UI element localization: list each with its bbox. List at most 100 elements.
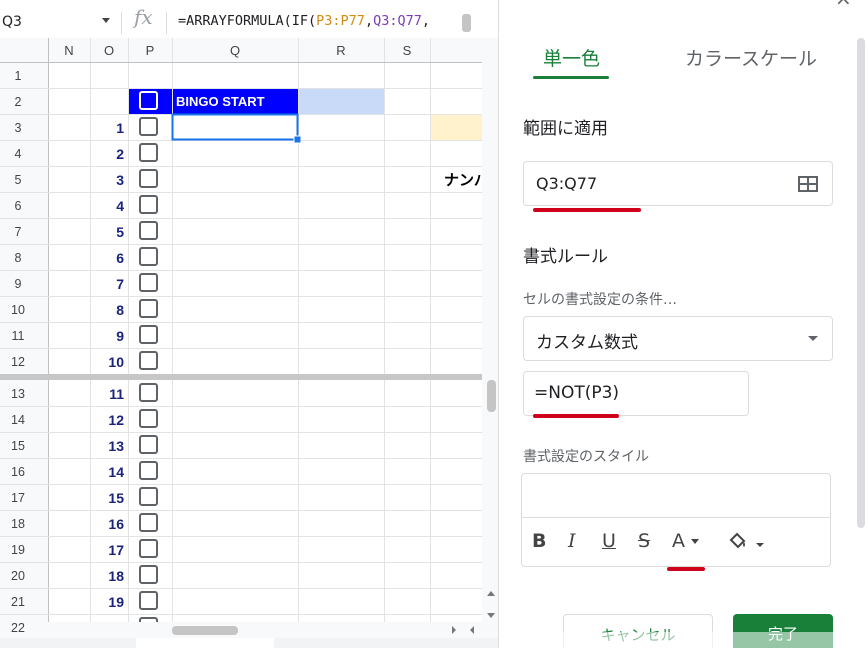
column-header-P[interactable]: P xyxy=(146,43,155,58)
name-box-dropdown-icon[interactable] xyxy=(102,18,110,23)
cell-checkbox[interactable] xyxy=(139,169,158,188)
annotation-underline xyxy=(667,567,705,571)
row-header-14[interactable]: 14 xyxy=(11,413,25,427)
annotation-underline xyxy=(533,414,619,418)
bingo-number: 8 xyxy=(116,302,124,318)
cell-checkbox[interactable] xyxy=(139,513,158,532)
row-header-19[interactable]: 19 xyxy=(11,543,25,557)
bingo-number: 16 xyxy=(108,516,124,532)
fill-handle[interactable] xyxy=(293,135,302,144)
cell-checkbox[interactable] xyxy=(139,591,158,610)
row-header-21[interactable]: 21 xyxy=(11,595,25,609)
vertical-scrollbar-thumb[interactable] xyxy=(487,380,496,412)
strikethrough-button[interactable]: S xyxy=(638,530,650,552)
row-header-5[interactable]: 5 xyxy=(15,173,22,187)
cell-checkbox[interactable] xyxy=(139,195,158,214)
cell-checkbox[interactable] xyxy=(139,351,158,370)
cell-checkbox[interactable] xyxy=(139,299,158,318)
style-preview xyxy=(522,474,830,518)
custom-formula-input[interactable]: =NOT(P3) xyxy=(523,371,749,416)
bingo-number: 19 xyxy=(108,594,124,610)
cell-checkbox[interactable] xyxy=(139,539,158,558)
horizontal-scrollbar-thumb[interactable] xyxy=(172,626,238,635)
cell-checkbox[interactable] xyxy=(139,221,158,240)
fill-color-icon[interactable] xyxy=(728,532,766,552)
formula-bar-divider xyxy=(166,12,167,34)
bingo-number: 6 xyxy=(116,250,124,266)
condition-select[interactable]: カスタム数式 xyxy=(523,316,833,361)
column-header-N[interactable]: N xyxy=(64,43,73,58)
tab-color-scale[interactable]: カラースケール xyxy=(685,44,817,74)
tab-single-color[interactable]: 単一色 xyxy=(543,44,600,74)
close-icon[interactable]: × xyxy=(835,0,852,10)
row-header-13[interactable]: 13 xyxy=(11,387,25,401)
vertical-scrollbar-track[interactable] xyxy=(482,38,498,648)
panel-scrollbar[interactable] xyxy=(857,38,865,528)
freeze-divider[interactable] xyxy=(0,374,498,380)
row-header-12[interactable]: 12 xyxy=(11,355,25,369)
column-header-Q[interactable]: Q xyxy=(230,43,240,58)
row-header-4[interactable]: 4 xyxy=(15,147,22,161)
range-input[interactable]: Q3:Q77 xyxy=(523,161,833,206)
row-header-2[interactable]: 2 xyxy=(15,95,22,109)
cell-checkbox[interactable] xyxy=(139,117,158,136)
bingo-number: 10 xyxy=(108,354,124,370)
conditional-format-panel: × 単一色 カラースケール 範囲に適用 Q3:Q77 書式ルール セルの書式設定… xyxy=(498,0,868,648)
formula-prefix: =ARRAYFORMULA(IF( xyxy=(178,13,317,29)
bingo-number: 4 xyxy=(116,198,124,214)
row-header-1[interactable]: 1 xyxy=(15,69,22,83)
bold-button[interactable]: B xyxy=(532,530,546,552)
formula-input[interactable]: =ARRAYFORMULA(IF(P3:P77,Q3:Q77, xyxy=(178,13,430,29)
horizontal-scrollbar-track[interactable] xyxy=(48,622,498,638)
name-box[interactable]: Q3 xyxy=(0,8,118,36)
bingo-number: 9 xyxy=(116,328,124,344)
cell-checkbox[interactable] xyxy=(139,247,158,266)
row-header-6[interactable]: 6 xyxy=(15,199,22,213)
row-header-7[interactable]: 7 xyxy=(15,225,22,239)
cell-checkbox[interactable] xyxy=(139,383,158,402)
row-header-8[interactable]: 8 xyxy=(15,251,22,265)
cell-checkbox[interactable] xyxy=(139,143,158,162)
row-header-20[interactable]: 20 xyxy=(11,569,25,583)
italic-button[interactable]: I xyxy=(568,530,576,552)
column-header-R[interactable]: R xyxy=(336,43,345,58)
row-header-9[interactable]: 9 xyxy=(15,277,22,291)
formula-separator: , xyxy=(421,13,431,29)
row-header-3[interactable]: 3 xyxy=(15,121,22,135)
spreadsheet-grid[interactable]: N O P Q R S 1 2 3 4 5 6 7 8 9 10 11 12 13 14 15 16 17 18 19 20 21 2… xyxy=(0,38,498,648)
cell-checkbox[interactable] xyxy=(139,461,158,480)
row-header-16[interactable]: 16 xyxy=(11,465,25,479)
bingo-number: 5 xyxy=(116,224,124,240)
cell-checkbox[interactable] xyxy=(139,409,158,428)
chevron-down-icon xyxy=(691,539,699,544)
cell-checkbox[interactable] xyxy=(139,487,158,506)
text-color-button[interactable]: A xyxy=(672,530,699,552)
bingo-number: 2 xyxy=(116,146,124,162)
formula-overflow-indicator xyxy=(462,14,471,32)
row-header-17[interactable]: 17 xyxy=(11,491,25,505)
column-header-band xyxy=(0,38,498,62)
cell-checkbox[interactable] xyxy=(139,435,158,454)
cell-checkbox[interactable] xyxy=(139,273,158,292)
column-header-O[interactable]: O xyxy=(104,43,114,58)
condition-label: セルの書式設定の条件… xyxy=(523,292,677,308)
bingo-number: 7 xyxy=(116,276,124,292)
row-header-22[interactable]: 22 xyxy=(11,621,25,635)
bingo-number: 12 xyxy=(108,412,124,428)
cell-checkbox[interactable] xyxy=(139,565,158,584)
grid-canvas: N O P Q R S1234567891011121314151617181920212… xyxy=(0,38,498,648)
row-header-11[interactable]: 11 xyxy=(12,329,25,343)
bingo-number: 17 xyxy=(108,542,124,558)
select-range-grid-icon[interactable] xyxy=(798,176,818,192)
custom-formula-value: =NOT(P3) xyxy=(534,383,620,403)
chevron-down-icon xyxy=(808,336,818,341)
row-header-10[interactable]: 10 xyxy=(11,303,25,317)
bingo-number: 11 xyxy=(109,386,124,402)
row-header-15[interactable]: 15 xyxy=(11,439,25,453)
cell-checkbox[interactable] xyxy=(139,325,158,344)
row-header-18[interactable]: 18 xyxy=(11,517,25,531)
underline-button[interactable]: U xyxy=(602,530,616,552)
active-sheet-tab[interactable] xyxy=(136,638,274,648)
column-header-S[interactable]: S xyxy=(403,43,412,58)
cell-r2[interactable] xyxy=(298,88,384,114)
